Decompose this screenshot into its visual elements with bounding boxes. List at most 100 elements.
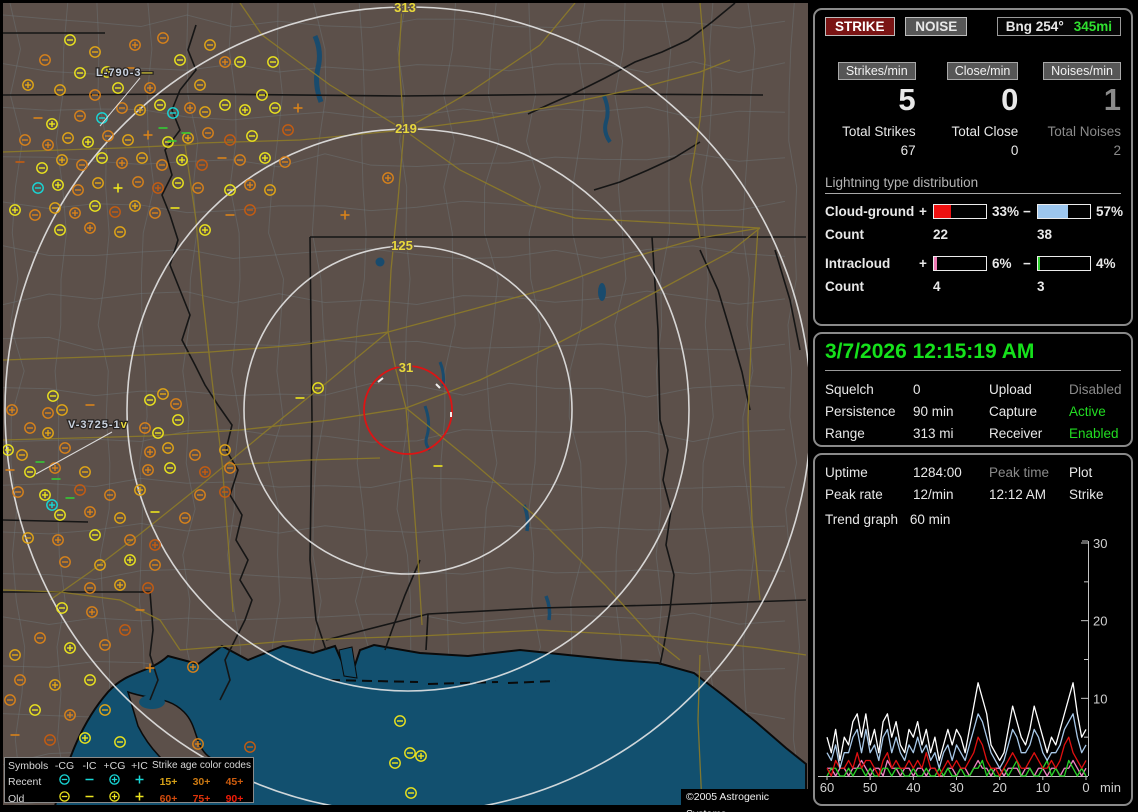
plus-sign: +	[919, 204, 927, 219]
peak-time-label: Peak time	[989, 465, 1050, 480]
intracloud-row: Intracloud + 6% − 4%	[825, 256, 1121, 271]
cg-minus-bar	[1037, 204, 1091, 219]
legend-age-title: Strike age color codes	[152, 760, 251, 771]
intracloud-label: Intracloud	[825, 256, 891, 271]
intracloud-count-row: Count 4 3	[825, 279, 1121, 294]
cg-plus-count: 22	[933, 227, 949, 242]
age-code: 90+	[225, 792, 244, 805]
legend-symbols-label: Symbols	[8, 760, 49, 772]
x-tick-label: 50	[863, 780, 877, 795]
ic-minus-percent: 4%	[1096, 256, 1116, 271]
bearing-distance: 345mi	[1073, 19, 1112, 34]
legend-col--cg: -CG	[54, 760, 75, 772]
legend-row-old: Old 60+ 75+ 90+	[8, 790, 250, 807]
peak-rate-value: 12/min	[913, 487, 954, 502]
legend-symbol-cm	[59, 791, 70, 802]
datetime-display: 3/7/2026 12:15:19 AM	[825, 340, 1121, 371]
peak-time-value: 12:12 AM	[989, 487, 1047, 502]
total-close-label: Total Close	[951, 124, 1019, 139]
cg-plus-bar	[933, 204, 987, 219]
count-label: Count	[825, 227, 864, 242]
copyright-bar: ©2005 Astrogenic Systems	[681, 789, 808, 812]
range-label: Range	[825, 426, 865, 441]
range-ring-label: 313	[394, 3, 416, 15]
legend-symbol-cp	[109, 791, 120, 802]
x-axis-unit: min	[1100, 780, 1121, 795]
age-code: 30+	[192, 775, 211, 788]
cg-minus-percent: 57%	[1096, 204, 1124, 219]
close-column: Close/min 0 Total Close 0	[928, 62, 1019, 158]
noises-column: Noises/min 1 Total Noises 2	[1030, 62, 1121, 158]
plot-value: Strike	[1069, 487, 1104, 502]
strike-stats-panel: STRIKE NOISE Bng 254° 345mi Strikes/min 5…	[813, 8, 1133, 326]
close-per-min-value: 0	[1001, 82, 1019, 117]
lightning-map[interactable]: 313 219 125 31 L-790-3— V-3725-1v	[3, 3, 808, 805]
cloud-ground-row: Cloud-ground + 33% − 57%	[825, 204, 1124, 219]
minus-sign: −	[1023, 204, 1031, 219]
capture-status: Active	[1069, 404, 1106, 419]
capture-label: Capture	[989, 404, 1038, 419]
noises-per-min-button[interactable]: Noises/min	[1043, 62, 1121, 80]
ic-minus-bar	[1037, 256, 1091, 271]
legend-symbol-p	[135, 775, 144, 784]
range-ring-label: 125	[391, 238, 413, 253]
total-noises-label: Total Noises	[1047, 124, 1121, 139]
status-panel: 3/7/2026 12:15:19 AM Squelch 0 Upload Di…	[813, 332, 1133, 447]
legend-col-+cg: +CG	[103, 760, 126, 772]
legend-row-recent: Recent 15+ 30+ 45+	[8, 773, 250, 790]
ic-plus-percent: 6%	[992, 256, 1012, 271]
ic-plus-bar	[933, 256, 987, 271]
strikes-per-min-button[interactable]: Strikes/min	[837, 62, 916, 80]
age-code: 75+	[192, 792, 211, 805]
squelch-label: Squelch	[825, 382, 874, 397]
storm-cell-label: L-790-3—	[96, 67, 154, 79]
count-label: Count	[825, 279, 864, 294]
total-noises-value: 2	[1113, 143, 1121, 158]
peak-rate-label: Peak rate	[825, 487, 883, 502]
upload-status: Disabled	[1069, 382, 1122, 397]
minus-sign: −	[1023, 256, 1031, 271]
y-tick-label: 30	[1093, 536, 1107, 551]
nexstorm-window: 313 219 125 31 L-790-3— V-3725-1v Symbols -C…	[0, 0, 1138, 812]
trend-series-+CG	[826, 736, 1087, 777]
x-tick-label: 10	[1036, 780, 1050, 795]
x-tick-label: 20	[992, 780, 1006, 795]
age-code: 45+	[225, 775, 244, 788]
bearing-readout: Bng 254° 345mi	[996, 17, 1121, 36]
noises-per-min-value: 1	[1103, 82, 1121, 117]
plus-sign: +	[919, 256, 927, 271]
upload-label: Upload	[989, 382, 1032, 397]
legend-symbol-m	[85, 795, 94, 798]
strikes-column: Strikes/min 5 Total Strikes 67	[825, 62, 916, 158]
ic-minus-count: 3	[1037, 279, 1045, 294]
noise-mode-button[interactable]: NOISE	[905, 17, 968, 36]
distribution-title: Lightning type distribution	[825, 175, 1121, 194]
persistence-label: Persistence	[825, 404, 896, 419]
age-code: 15+	[159, 775, 178, 788]
receiver-label: Receiver	[989, 426, 1043, 441]
age-code: 60+	[159, 792, 178, 805]
uptime-label: Uptime	[825, 465, 868, 480]
legend-symbol-m	[85, 778, 94, 781]
cloud-ground-label: Cloud-ground	[825, 204, 915, 219]
legend-symbol-cp	[109, 774, 120, 785]
strike-mode-button[interactable]: STRIKE	[825, 17, 895, 36]
total-strikes-value: 67	[900, 143, 916, 158]
ic-plus-count: 4	[933, 279, 941, 294]
uptime-value: 1284:00	[913, 465, 962, 480]
trend-graph: 10 20 30 60 50 40 30 20 10 0 min	[818, 536, 1121, 795]
range-ring-label: 31	[399, 360, 413, 375]
legend-col--ic: -IC	[82, 760, 97, 772]
legend-symbol-cm	[59, 774, 70, 785]
plot-label: Plot	[1069, 465, 1093, 480]
y-tick-label: 10	[1093, 691, 1107, 706]
x-tick-label: 60	[820, 780, 834, 795]
persistence-value: 90 min	[913, 404, 954, 419]
trend-series-Total strikes	[826, 682, 1087, 762]
map-legend: Symbols -CG -IC +CG +IC Strike age color…	[4, 757, 254, 805]
close-per-min-button[interactable]: Close/min	[946, 62, 1019, 80]
cloud-ground-count-row: Count 22 38	[825, 227, 1121, 242]
legend-col-+ic: +IC	[131, 760, 148, 772]
x-tick-label: 30	[949, 780, 963, 795]
x-tick-label: 0	[1082, 780, 1089, 795]
